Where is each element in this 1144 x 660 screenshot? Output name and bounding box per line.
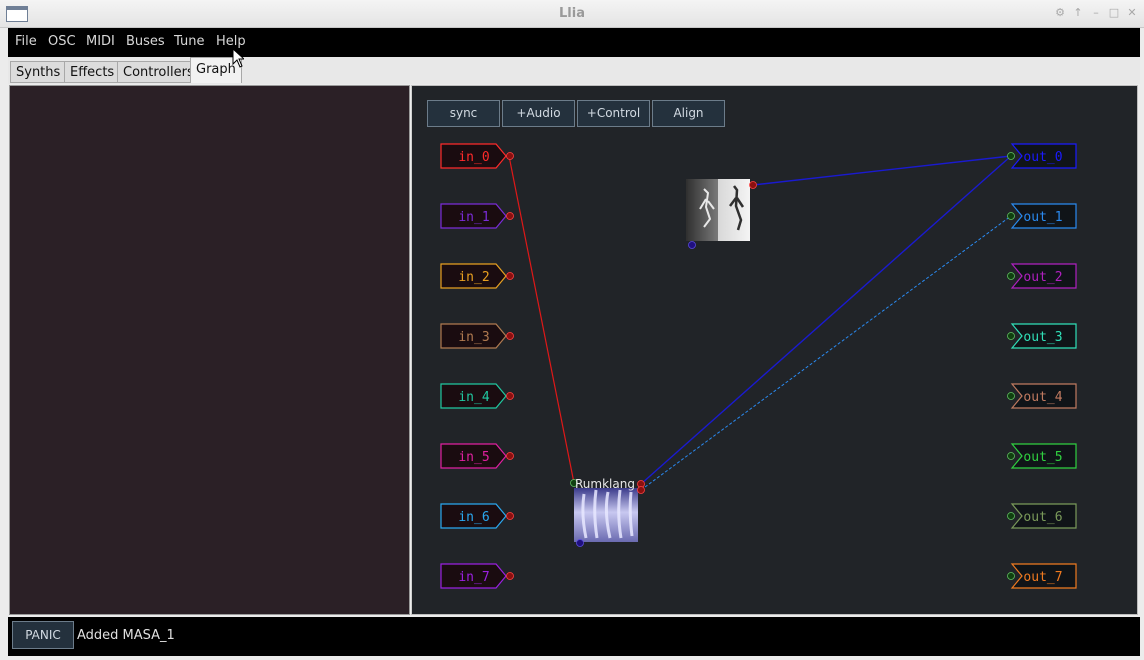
- wire-rumklang-out1: [640, 215, 1012, 491]
- input-port[interactable]: [506, 512, 514, 520]
- app-window: File OSC MIDI Buses Tune Help Synths Eff…: [8, 28, 1140, 656]
- synth-info-panel: [9, 85, 410, 615]
- output-bus-label: out_7: [1023, 570, 1062, 585]
- menu-tune[interactable]: Tune: [174, 34, 204, 49]
- menu-help[interactable]: Help: [216, 34, 246, 49]
- settings-icon[interactable]: ⚙: [1054, 5, 1066, 21]
- output-bus-2[interactable]: out_2: [1007, 263, 1077, 289]
- output-bus-7[interactable]: out_7: [1007, 563, 1077, 589]
- output-bus-label: out_1: [1023, 210, 1062, 225]
- output-port[interactable]: [1007, 512, 1015, 520]
- menu-buses[interactable]: Buses: [126, 34, 165, 49]
- input-bus-6[interactable]: in_6: [440, 503, 514, 529]
- up-arrow-icon[interactable]: ↑: [1072, 5, 1084, 21]
- close-icon[interactable]: ✕: [1126, 5, 1138, 21]
- input-port[interactable]: [506, 152, 514, 160]
- output-bus-label: out_5: [1023, 450, 1062, 465]
- menu-midi[interactable]: MIDI: [86, 34, 115, 49]
- output-bus-1[interactable]: out_1: [1007, 203, 1077, 229]
- output-bus-label: out_6: [1023, 510, 1062, 525]
- input-bus-5[interactable]: in_5: [440, 443, 514, 469]
- input-bus-7[interactable]: in_7: [440, 563, 514, 589]
- input-bus-label: in_5: [458, 450, 489, 465]
- panic-button[interactable]: PANIC: [12, 621, 74, 649]
- input-port[interactable]: [506, 452, 514, 460]
- input-port[interactable]: [506, 212, 514, 220]
- input-bus-label: in_7: [458, 570, 489, 585]
- input-bus-1[interactable]: in_1: [440, 203, 514, 229]
- mouse-cursor-icon: [232, 48, 244, 68]
- output-bus-0[interactable]: out_0: [1007, 143, 1077, 169]
- output-bus-label: out_3: [1023, 330, 1062, 345]
- wire-masa-out0: [752, 155, 1012, 186]
- input-bus-label: in_3: [458, 330, 489, 345]
- graph-canvas[interactable]: sync +Audio +Control Align Rumklang in_0…: [411, 85, 1138, 615]
- tab-controllers[interactable]: Controllers: [117, 61, 200, 83]
- output-port[interactable]: [1007, 332, 1015, 340]
- output-bus-3[interactable]: out_3: [1007, 323, 1077, 349]
- input-bus-4[interactable]: in_4: [440, 383, 514, 409]
- output-bus-label: out_2: [1023, 270, 1062, 285]
- menu-bar: File OSC MIDI Buses Tune Help: [8, 28, 1140, 57]
- masa-node[interactable]: [686, 179, 757, 249]
- output-port[interactable]: [1007, 392, 1015, 400]
- tab-bar: Synths Effects Controllers Graph: [8, 57, 1140, 84]
- input-bus-label: in_0: [458, 150, 489, 165]
- menu-file[interactable]: File: [15, 34, 37, 49]
- title-bar: Llia ⚙ ↑ – □ ✕: [0, 0, 1144, 28]
- input-port[interactable]: [506, 272, 514, 280]
- input-bus-label: in_2: [458, 270, 489, 285]
- output-port[interactable]: [1007, 272, 1015, 280]
- tab-synths[interactable]: Synths: [10, 61, 67, 83]
- output-port[interactable]: [1007, 152, 1015, 160]
- input-port[interactable]: [506, 572, 514, 580]
- status-bar: PANIC Added MASA_1: [8, 617, 1140, 656]
- output-bus-5[interactable]: out_5: [1007, 443, 1077, 469]
- input-bus-2[interactable]: in_2: [440, 263, 514, 289]
- output-bus-label: out_4: [1023, 390, 1062, 405]
- wire-in0-rumklang: [508, 155, 575, 484]
- graph-wires: Rumklang in_0 in_1 in_2 in_3 in_4 in_5 in_6 in_…: [440, 143, 1077, 589]
- output-bus-label: out_0: [1023, 150, 1062, 165]
- input-port[interactable]: [506, 392, 514, 400]
- input-bus-label: in_1: [458, 210, 489, 225]
- input-bus-label: in_4: [458, 390, 489, 405]
- output-port[interactable]: [1007, 452, 1015, 460]
- minimize-icon[interactable]: –: [1090, 5, 1102, 21]
- menu-osc[interactable]: OSC: [48, 34, 76, 49]
- input-bus-label: in_6: [458, 510, 489, 525]
- input-bus-3[interactable]: in_3: [440, 323, 514, 349]
- output-port[interactable]: [1007, 572, 1015, 580]
- maximize-icon[interactable]: □: [1108, 5, 1120, 21]
- status-message: Added MASA_1: [77, 628, 175, 643]
- tab-effects[interactable]: Effects: [64, 61, 121, 83]
- window-title: Llia: [559, 6, 585, 21]
- output-port[interactable]: [1007, 212, 1015, 220]
- output-bus-4[interactable]: out_4: [1007, 383, 1077, 409]
- output-bus-6[interactable]: out_6: [1007, 503, 1077, 529]
- rumklang-label: Rumklang: [575, 477, 635, 491]
- input-bus-0[interactable]: in_0: [440, 143, 514, 169]
- input-port[interactable]: [506, 332, 514, 340]
